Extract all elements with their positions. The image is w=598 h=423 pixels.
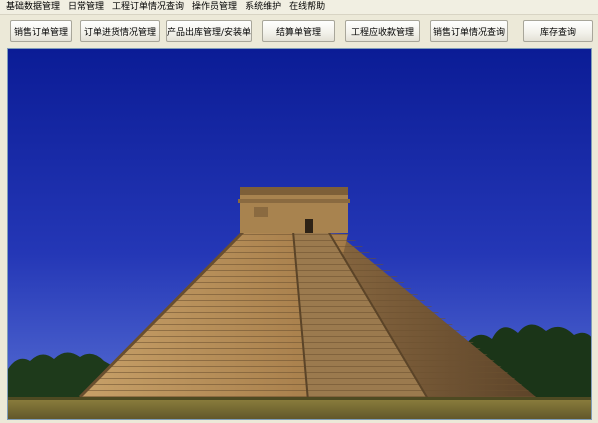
main-window: 基础数据管理 日常管理 工程订单情况查询 操作员管理 系统维护 在线帮助 销售订… [0,0,598,423]
menu-help[interactable]: 在线帮助 [285,0,329,14]
menu-bar: 基础数据管理 日常管理 工程订单情况查询 操作员管理 系统维护 在线帮助 [0,0,598,14]
menu-basic-data[interactable]: 基础数据管理 [0,0,64,14]
menu-daily[interactable]: 日常管理 [64,0,108,14]
menu-operator[interactable]: 操作员管理 [188,0,241,14]
toolbar: 销售订单管理 订单进货情况管理 产品出库管理/安装单 结算单管理 工程应收款管理… [0,14,598,49]
menu-order-query[interactable]: 工程订单情况查询 [108,0,188,14]
menu-system[interactable]: 系统维护 [241,0,285,14]
sales-query-button[interactable]: 销售订单情况查询 [430,20,508,42]
order-purchase-button[interactable]: 订单进货情况管理 [80,20,160,42]
inventory-query-button[interactable]: 库存查询 [523,20,593,42]
pyramid-photo [8,49,591,419]
window-right-edge [592,48,598,423]
receivables-button[interactable]: 工程应收款管理 [345,20,420,42]
background-image-panel [7,48,592,420]
sales-order-button[interactable]: 销售订单管理 [10,20,72,42]
product-outbound-button[interactable]: 产品出库管理/安装单 [166,20,252,42]
settlement-button[interactable]: 结算单管理 [262,20,335,42]
